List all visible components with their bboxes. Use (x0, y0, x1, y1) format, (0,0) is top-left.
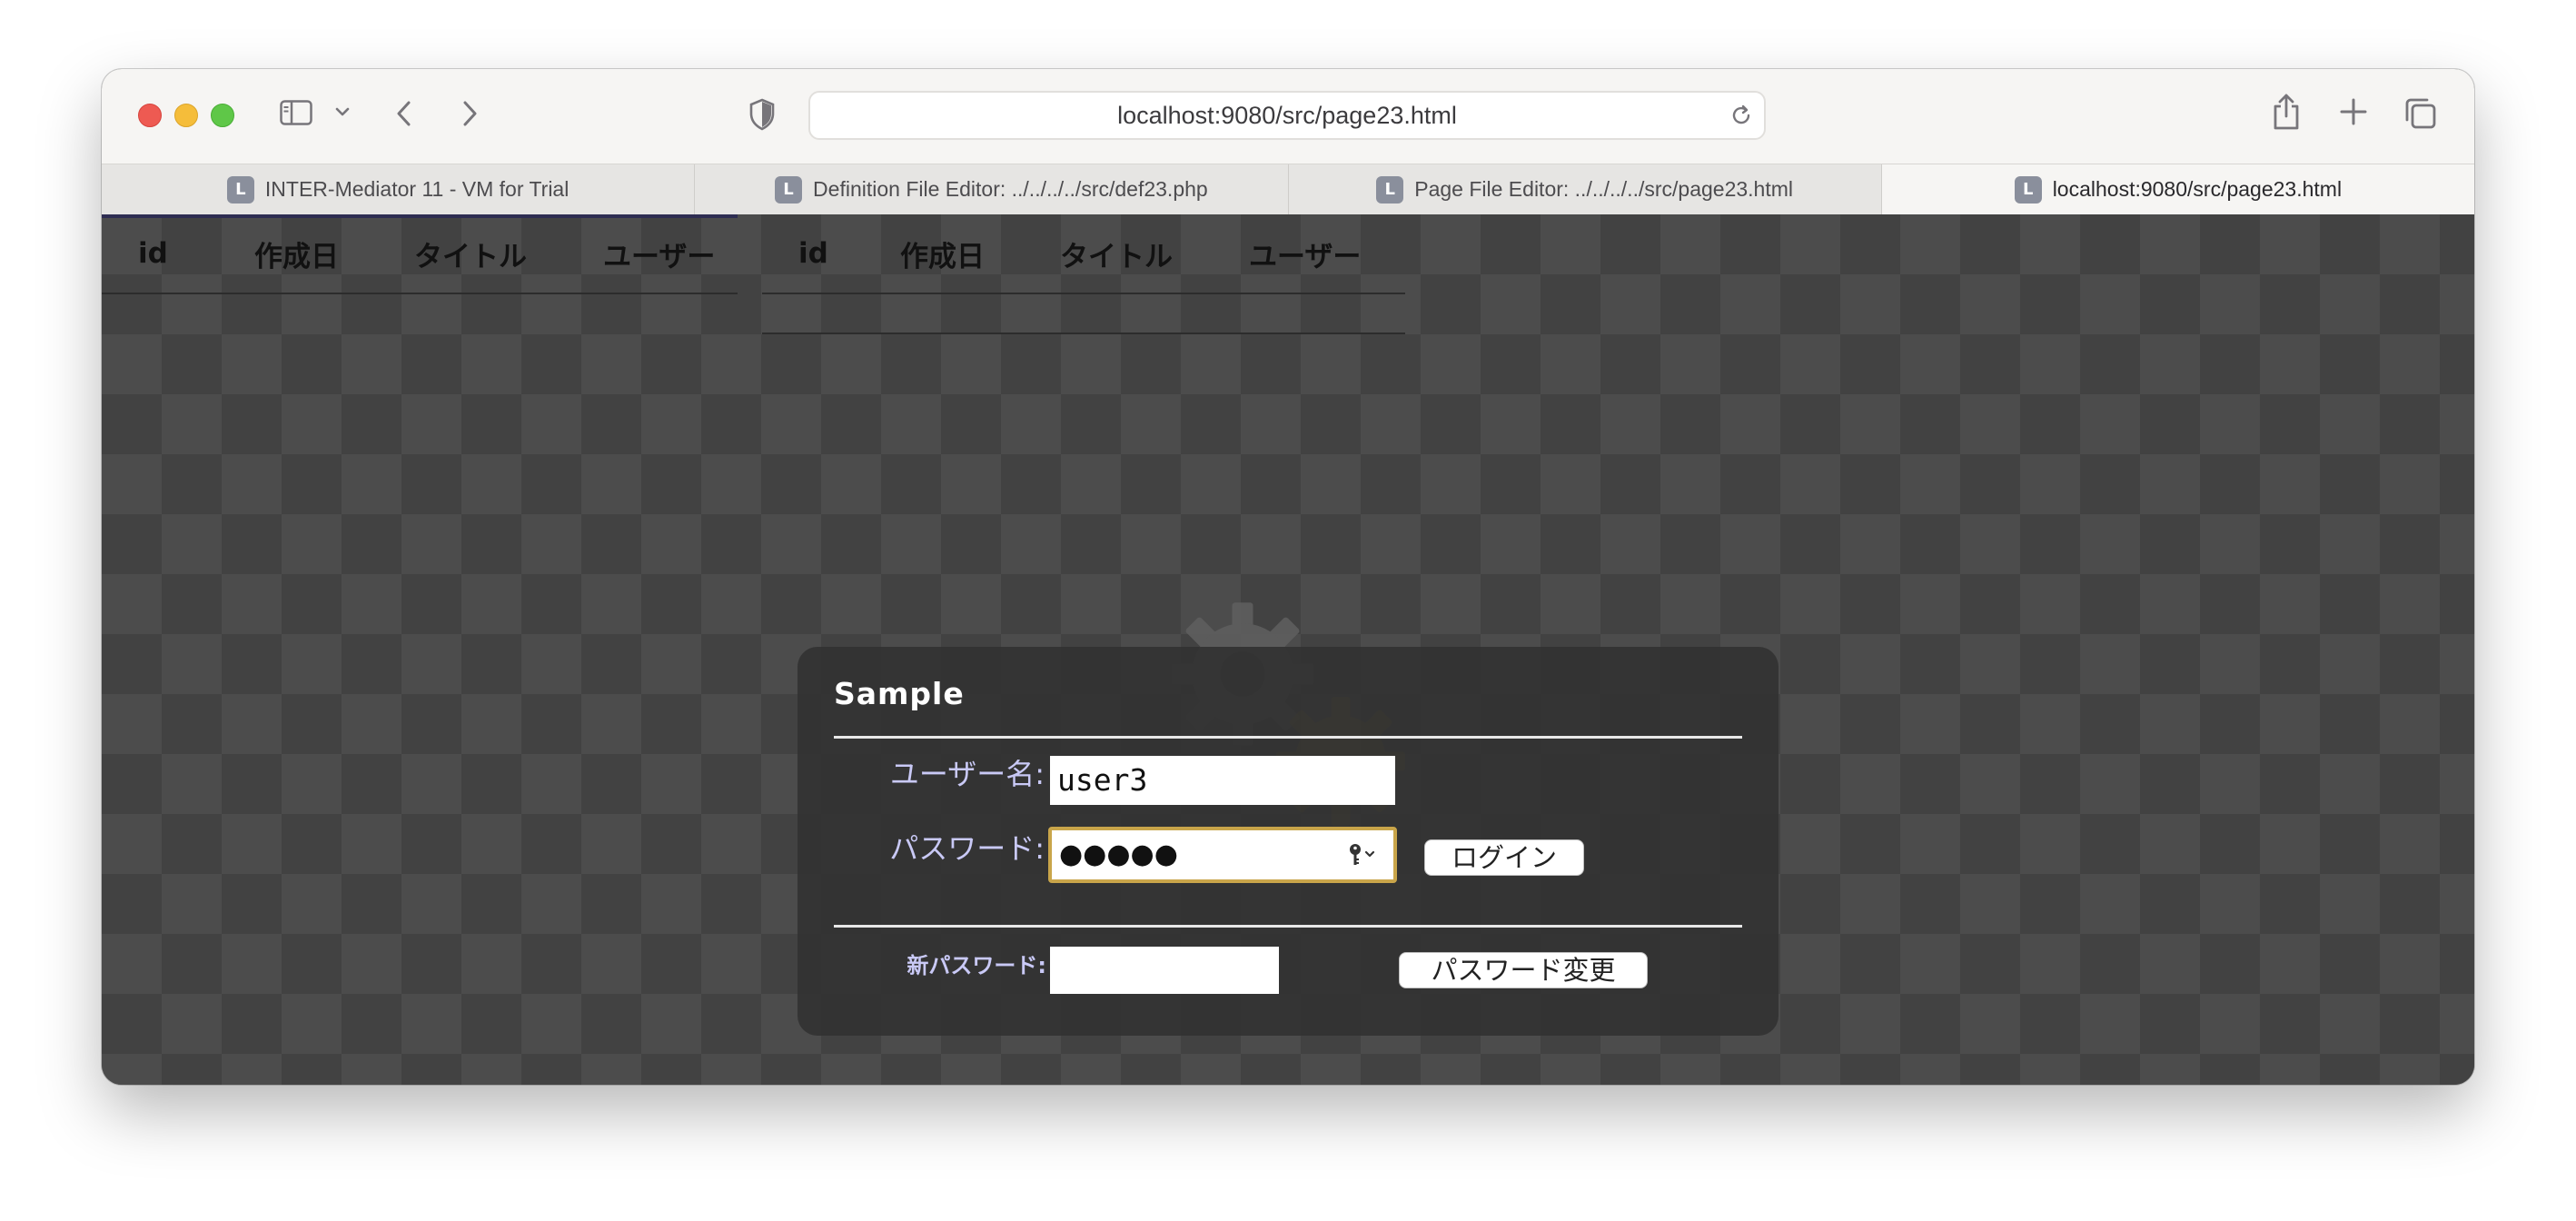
password-field[interactable]: ●●●●● (1048, 827, 1397, 883)
column-header-user: ユーザー (1249, 214, 1405, 294)
table-row (762, 293, 1405, 334)
shield-icon[interactable] (748, 98, 776, 131)
tab-strip: L INTER-Mediator 11 - VM for Trial L Def… (102, 164, 2474, 214)
tab-title: Page File Editor: ../../../../src/page23… (1414, 177, 1793, 201)
page-content: id 作成日 タイトル ユーザー id 作成日 タイトル ユーザー Sample… (102, 214, 2474, 1085)
divider (834, 925, 1742, 928)
share-icon[interactable] (2271, 93, 2302, 131)
close-window-button[interactable] (138, 104, 162, 127)
divider (834, 736, 1742, 739)
column-header-id: id (762, 214, 900, 294)
tab-page-file-editor[interactable]: L Page File Editor: ../../../../src/page… (1289, 164, 1882, 214)
tab-title: Definition File Editor: ../../../../src/… (813, 177, 1208, 201)
column-header-created: 作成日 (254, 214, 414, 294)
key-icon[interactable] (1346, 841, 1382, 869)
new-password-field[interactable] (1050, 947, 1279, 994)
records-table-left: id 作成日 タイトル ユーザー (102, 214, 738, 294)
tab-inter-mediator[interactable]: L INTER-Mediator 11 - VM for Trial (102, 164, 696, 214)
forward-icon[interactable] (456, 98, 483, 129)
chevron-down-icon[interactable] (332, 102, 352, 122)
new-password-label: 新パスワード: (907, 953, 1046, 978)
records-table-right: id 作成日 タイトル ユーザー (762, 214, 1405, 334)
password-label: パスワード: (889, 831, 1045, 866)
reload-icon[interactable] (1729, 104, 1753, 127)
sidebar-icon[interactable] (280, 100, 312, 125)
plus-icon[interactable] (2338, 96, 2369, 127)
minimize-window-button[interactable] (174, 104, 198, 127)
tab-title: INTER-Mediator 11 - VM for Trial (264, 177, 570, 201)
login-dialog: Sample ユーザー名: user3 パスワード: ●●●●● ログイン 新パ… (798, 647, 1778, 1036)
empty-row (762, 293, 1405, 334)
column-header-created: 作成日 (900, 214, 1060, 294)
address-text: localhost:9080/src/page23.html (1117, 102, 1457, 129)
zoom-window-button[interactable] (211, 104, 234, 127)
column-header-id: id (102, 214, 254, 294)
username-field[interactable]: user3 (1050, 756, 1395, 805)
favicon-icon: L (226, 175, 254, 204)
favicon-icon: L (775, 175, 803, 204)
login-button[interactable]: ログイン (1424, 839, 1584, 876)
tab-definition-file-editor[interactable]: L Definition File Editor: ../../../../sr… (695, 164, 1289, 214)
browser-window: localhost:9080/src/page23.html L INTER-M… (102, 69, 2474, 1085)
tabs-overview-icon[interactable] (2403, 96, 2438, 131)
column-header-user: ユーザー (603, 214, 738, 294)
table-header-row: id 作成日 タイトル ユーザー (762, 214, 1405, 294)
back-icon[interactable] (391, 98, 418, 129)
column-header-title: タイトル (1060, 214, 1249, 294)
change-password-button[interactable]: パスワード変更 (1399, 952, 1648, 988)
username-label: ユーザー名: (889, 757, 1045, 791)
table-header-row: id 作成日 タイトル ユーザー (102, 214, 738, 294)
tab-page23[interactable]: L localhost:9080/src/page23.html (1881, 164, 2474, 214)
tab-title: localhost:9080/src/page23.html (2052, 177, 2343, 201)
browser-toolbar: localhost:9080/src/page23.html (102, 69, 2474, 164)
address-bar[interactable]: localhost:9080/src/page23.html (808, 91, 1766, 140)
password-masked-value: ●●●●● (1059, 839, 1178, 870)
favicon-icon: L (2014, 175, 2042, 204)
column-header-title: タイトル (414, 214, 603, 294)
favicon-icon: L (1376, 175, 1404, 204)
dialog-title: Sample (834, 676, 965, 711)
